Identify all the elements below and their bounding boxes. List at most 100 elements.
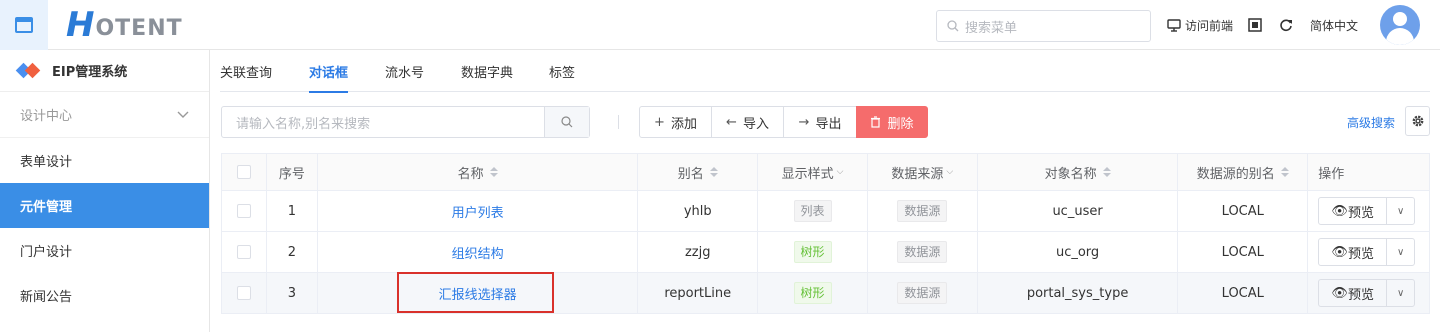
preview-button[interactable]: 👁 预览 [1319, 280, 1388, 306]
preview-label: 预览 [1347, 246, 1374, 262]
import-button[interactable]: ← 导入 [711, 106, 784, 138]
sort-icon[interactable] [1280, 167, 1289, 177]
sidebar-item-news[interactable]: 新闻公告 [0, 273, 209, 318]
add-button[interactable]: + 添加 [639, 106, 712, 138]
cell-style: 树形 [758, 273, 868, 313]
cell-text: 2 [287, 244, 297, 260]
header-source[interactable]: 数据来源 ⌵ [868, 154, 978, 190]
tab-serial-number[interactable]: 流水号 [385, 50, 424, 92]
preview-split-button: 👁 预览 ∨ [1318, 238, 1416, 266]
preview-dropdown-button[interactable]: ∨ [1387, 239, 1414, 265]
cell-text: LOCAL [1221, 244, 1264, 260]
chevron-down-icon [177, 111, 189, 118]
sidebar-group-design-center[interactable]: 设计中心 [0, 92, 209, 138]
export-button[interactable]: → 导出 [783, 106, 857, 138]
tab-label: 关联查询 [220, 65, 273, 81]
select-all-checkbox[interactable] [236, 165, 251, 179]
style-tag: 树形 [793, 282, 832, 304]
sidebar-item-portal-design[interactable]: 门户设计 [0, 228, 209, 273]
tab-related-query[interactable]: 关联查询 [220, 50, 272, 92]
header-source-alias[interactable]: 数据源的别名 [1178, 154, 1309, 190]
table-row[interactable]: 1 用户列表 yhlb 列表 数据源 uc_user LOCAL 👁 预览 ∨ [222, 191, 1429, 232]
sidebar-group-label: 设计中心 [20, 109, 73, 124]
cell-no: 2 [267, 232, 318, 272]
delete-button[interactable]: 删除 [856, 106, 928, 138]
style-tag: 列表 [793, 200, 832, 222]
preview-label: 预览 [1347, 287, 1374, 303]
chevron-down-icon: ∨ [1397, 287, 1405, 299]
dialog-name-link[interactable]: 组织结构 [452, 243, 504, 262]
preview-dropdown-button[interactable]: ∨ [1387, 280, 1414, 306]
dialog-table: 序号 名称 别名 显示样式 ⌵ 数据来源 ⌵ 对象名称 数据源的别名 操作 1 用户… [221, 153, 1430, 314]
tab-bar: 关联查询 对话框 流水号 数据字典 标签 [220, 50, 1430, 93]
language-label: 简体中文 [1310, 18, 1359, 33]
menu-toggle-button[interactable] [0, 0, 48, 50]
refresh-button[interactable] [1279, 0, 1293, 50]
settings-button[interactable] [1405, 106, 1430, 136]
list-search-input[interactable]: 请输入名称,别名来搜索 [222, 107, 544, 137]
header-style[interactable]: 显示样式 ⌵ [758, 154, 868, 190]
advanced-search-link[interactable]: 高级搜索 [1347, 106, 1395, 138]
column-label: 别名 [677, 166, 704, 182]
table-row[interactable]: 3 汇报线选择器 reportLine 树形 数据源 portal_sys_ty… [222, 273, 1429, 314]
arrow-right-icon: → [798, 114, 810, 130]
eip-logo-icon [15, 62, 41, 78]
dialog-name-link[interactable]: 用户列表 [452, 202, 504, 221]
sort-icon[interactable] [709, 167, 718, 177]
refresh-icon [1280, 19, 1292, 32]
tab-label: 数据字典 [461, 65, 514, 81]
filter-chevron-icon[interactable]: ⌵ [946, 167, 953, 177]
header-no: 序号 [267, 154, 318, 190]
sidebar-item-label: 表单设计 [20, 155, 73, 170]
fullscreen-button[interactable] [1248, 0, 1262, 50]
cell-operation: 👁 预览 ∨ [1308, 191, 1429, 231]
visit-frontend-link[interactable]: 访问前端 [1167, 0, 1233, 50]
tab-data-dictionary[interactable]: 数据字典 [461, 50, 513, 92]
header-alias[interactable]: 别名 [638, 154, 759, 190]
preview-dropdown-button[interactable]: ∨ [1387, 198, 1414, 224]
sidebar-item-label: 门户设计 [20, 245, 73, 260]
cell-source: 数据源 [868, 232, 978, 272]
header-checkbox-cell [222, 154, 267, 190]
user-avatar[interactable] [1380, 5, 1420, 45]
row-checkbox[interactable] [236, 204, 251, 218]
table-row[interactable]: 2 组织结构 zzjg 树形 数据源 uc_org LOCAL 👁 预览 ∨ [222, 232, 1429, 273]
row-checkbox[interactable] [236, 286, 251, 300]
sidebar-item-label: 元件管理 [20, 200, 73, 215]
preview-label: 预览 [1347, 205, 1374, 221]
row-checkbox[interactable] [236, 245, 251, 259]
list-search-button[interactable] [544, 107, 589, 137]
system-title-label: EIP管理系统 [52, 65, 128, 80]
tab-dialog[interactable]: 对话框 [309, 50, 349, 93]
cell-style: 树形 [758, 232, 868, 272]
cell-name: 用户列表 [318, 191, 639, 231]
preview-button[interactable]: 👁 预览 [1319, 198, 1388, 224]
cell-text: LOCAL [1221, 203, 1264, 219]
gear-icon [1412, 115, 1423, 127]
dialog-name-link[interactable]: 汇报线选择器 [439, 284, 517, 303]
preview-button[interactable]: 👁 预览 [1319, 239, 1388, 265]
sort-icon[interactable] [489, 167, 498, 177]
header-name[interactable]: 名称 [318, 154, 639, 190]
tab-tags[interactable]: 标签 [549, 50, 575, 92]
tab-label: 对话框 [309, 65, 349, 81]
cell-name: 组织结构 [318, 232, 639, 272]
sidebar-item-component-management[interactable]: 元件管理 [0, 183, 209, 228]
row-checkbox-cell [222, 232, 267, 272]
sort-icon[interactable] [1102, 167, 1111, 177]
menu-search-input[interactable]: 搜索菜单 [936, 10, 1151, 42]
eye-icon: 👁 [1331, 244, 1348, 260]
table-header-row: 序号 名称 别名 显示样式 ⌵ 数据来源 ⌵ 对象名称 数据源的别名 操作 [222, 154, 1429, 191]
cell-source: 数据源 [868, 191, 978, 231]
preview-split-button: 👁 预览 ∨ [1318, 279, 1416, 307]
cell-text: reportLine [664, 285, 732, 301]
search-icon [947, 20, 959, 32]
avatar-head [1393, 12, 1407, 26]
sidebar-item-form-design[interactable]: 表单设计 [0, 138, 209, 183]
header-object[interactable]: 对象名称 [978, 154, 1179, 190]
filter-chevron-icon[interactable]: ⌵ [837, 167, 844, 177]
row-checkbox-cell [222, 273, 267, 313]
cell-text: yhlb [683, 203, 712, 219]
language-switch[interactable]: 简体中文 [1310, 0, 1358, 50]
cell-text: portal_sys_type [1026, 285, 1129, 301]
